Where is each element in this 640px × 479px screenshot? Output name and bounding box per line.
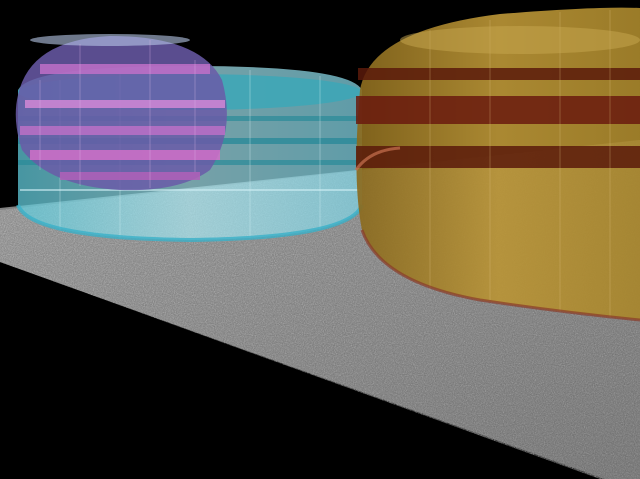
3d-volume-render-viewport[interactable] <box>0 0 640 479</box>
purple-volume <box>15 34 227 191</box>
render-canvas <box>0 7 640 479</box>
gold-volume <box>354 7 640 322</box>
